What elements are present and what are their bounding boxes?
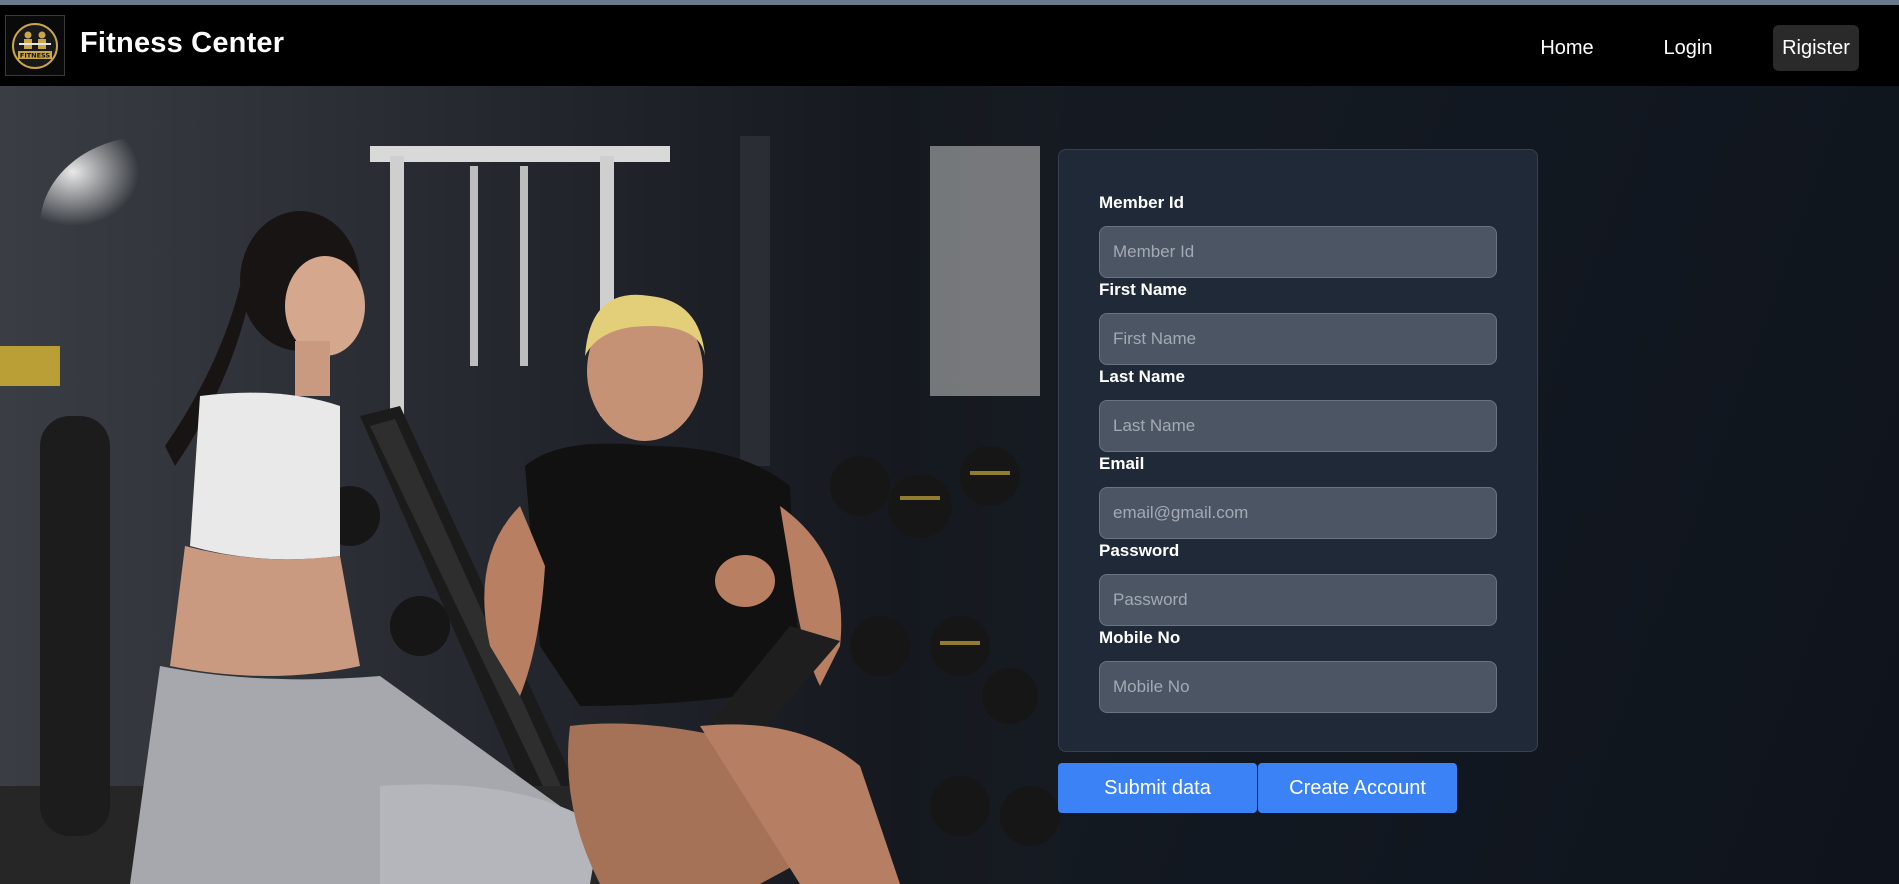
registration-form: Member Id First Name Last Name Email Pas… <box>1058 149 1538 752</box>
nav-register-link[interactable]: Rigister <box>1773 25 1859 71</box>
brand-name[interactable]: Fitness Center <box>80 27 284 60</box>
submit-data-button[interactable]: Submit data <box>1058 763 1257 813</box>
first-name-label: First Name <box>1099 280 1187 299</box>
mobile-no-label: Mobile No <box>1099 628 1181 647</box>
nav-login-link[interactable]: Login <box>1655 25 1721 71</box>
mobile-no-input[interactable] <box>1099 661 1497 713</box>
last-name-input[interactable] <box>1099 400 1497 452</box>
gym-trainer-photo <box>0 86 1060 884</box>
logo-text: FITNESS <box>20 51 51 59</box>
create-account-button[interactable]: Create Account <box>1258 763 1457 813</box>
email-input[interactable] <box>1099 487 1497 539</box>
last-name-label: Last Name <box>1099 367 1185 386</box>
nav-home-link[interactable]: Home <box>1530 25 1604 71</box>
member-id-input[interactable] <box>1099 226 1497 278</box>
first-name-input[interactable] <box>1099 313 1497 365</box>
fitness-logo-icon[interactable]: FITNESS <box>5 15 65 76</box>
member-id-label: Member Id <box>1099 193 1185 212</box>
email-label: Email <box>1099 454 1145 473</box>
navbar: FITNESS Fitness Center Home Login Rigist… <box>0 5 1899 86</box>
password-input[interactable] <box>1099 574 1497 626</box>
hero-section: Member Id First Name Last Name Email Pas… <box>0 86 1899 884</box>
password-label: Password <box>1099 541 1180 560</box>
